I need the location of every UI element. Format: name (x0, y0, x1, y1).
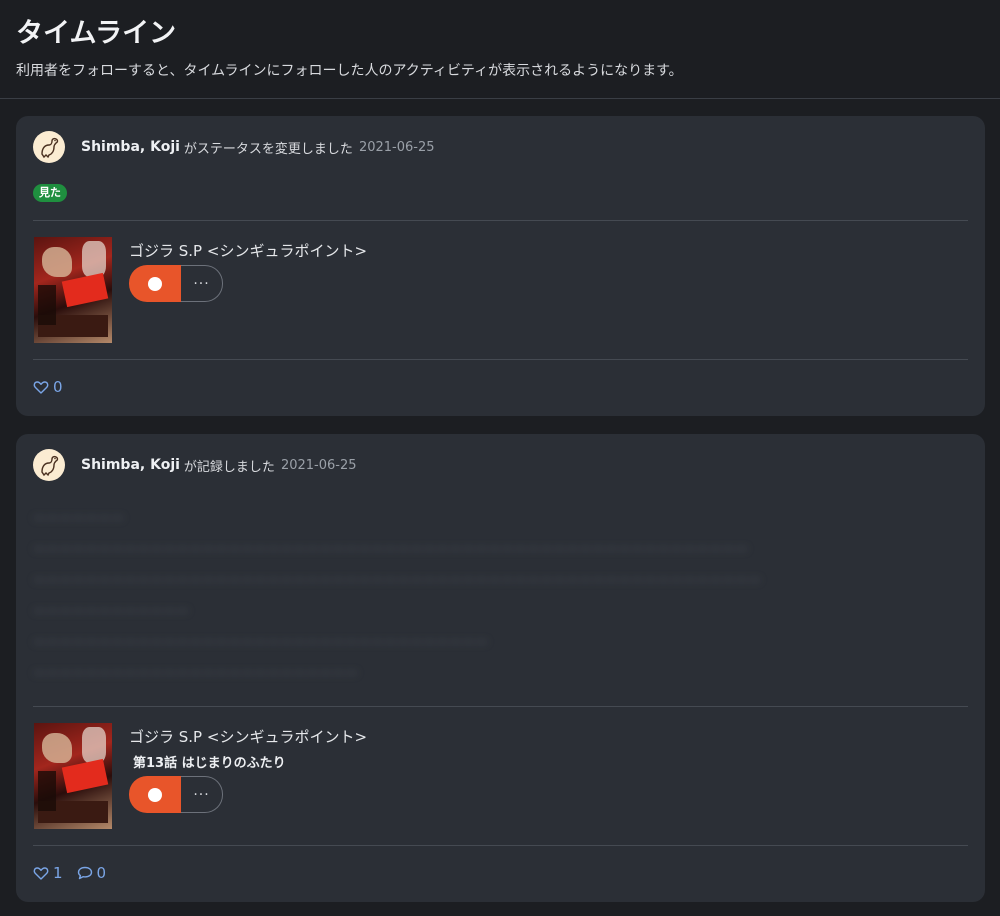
episode-title-link[interactable]: 第13話 はじまりのふたり (133, 752, 286, 771)
user-name-link[interactable]: Shimba, Koji (81, 139, 180, 155)
user-avatar[interactable] (33, 131, 65, 163)
ellipsis-icon: ··· (193, 275, 210, 292)
like-count: 1 (53, 864, 63, 882)
comment-button[interactable]: 0 (77, 864, 107, 882)
heart-icon (33, 867, 49, 880)
comment-count: 0 (96, 864, 107, 882)
comment-bubble-icon (77, 866, 92, 880)
status-badge: 見た (33, 184, 67, 202)
more-options-button[interactable]: ··· (181, 265, 223, 302)
page-description: 利用者をフォローすると、タイムラインにフォローした人のアクティビティが表示される… (16, 63, 683, 79)
status-button-group: ··· (129, 265, 223, 302)
watch-status-button[interactable] (129, 776, 181, 813)
activity-action-text: がステータスを変更しました (183, 141, 353, 157)
record-body-line: ーーーーーーーーーーーーーーーーーーーーーーーーーーーーーーーーーーーーーーーー… (33, 543, 749, 558)
activity-card: Shimba, Koji がステータスを変更しました 2021-06-25 見た… (16, 116, 985, 416)
record-body-line: ーーーーーーー (33, 512, 125, 527)
like-button[interactable]: 1 (33, 864, 63, 882)
work-cover-image[interactable] (34, 237, 112, 343)
activity-card: Shimba, Koji が記録しました 2021-06-25 ーーーーーーー … (16, 434, 985, 902)
like-count: 0 (53, 378, 63, 396)
record-body-line: ーーーーーーーーーーーーーーーーーーーーーーーーーーーーーーーーーーー (33, 636, 489, 651)
more-options-button[interactable]: ··· (181, 776, 223, 813)
activity-date[interactable]: 2021-06-25 (281, 458, 357, 473)
user-name-link[interactable]: Shimba, Koji (81, 457, 180, 473)
record-body-line: ーーーーーーーーーーーーーーーーーーーーーーーーーーーーーーーーーーーーーーーー… (33, 574, 762, 589)
page-header: タイムライン 利用者をフォローすると、タイムラインにフォローした人のアクティビテ… (0, 0, 1000, 99)
activity-footer: 1 0 (33, 864, 120, 882)
divider (33, 220, 968, 221)
activity-footer: 0 (33, 378, 77, 396)
divider (33, 706, 968, 707)
ellipsis-icon: ··· (193, 786, 210, 803)
work-title-link[interactable]: ゴジラ S.P <シンギュラポイント> (129, 726, 367, 747)
activity-header: Shimba, Koji が記録しました 2021-06-25 (33, 449, 357, 481)
divider (33, 845, 968, 846)
page-title: タイムライン (16, 18, 177, 49)
dinosaur-avatar-icon (41, 455, 59, 477)
activity-header: Shimba, Koji がステータスを変更しました 2021-06-25 (33, 131, 435, 163)
heart-icon (33, 381, 49, 394)
record-body-line: ーーーーーーーーーーーーーーーーーーーーーーーーー (33, 667, 359, 682)
dinosaur-avatar-icon (41, 137, 59, 159)
spoiler-record-body[interactable]: ーーーーーーー ーーーーーーーーーーーーーーーーーーーーーーーーーーーーーーーー… (33, 504, 968, 690)
activity-action-text: が記録しました (183, 459, 275, 475)
status-dot-icon (148, 276, 162, 291)
record-body-line: ーーーーーーーーーーーー (33, 605, 190, 620)
status-dot-icon (148, 787, 162, 802)
status-button-group: ··· (129, 776, 223, 813)
work-cover-image[interactable] (34, 723, 112, 829)
work-title-link[interactable]: ゴジラ S.P <シンギュラポイント> (129, 240, 367, 261)
user-avatar[interactable] (33, 449, 65, 481)
divider (33, 359, 968, 360)
like-button[interactable]: 0 (33, 378, 63, 396)
activity-date[interactable]: 2021-06-25 (359, 140, 435, 155)
watch-status-button[interactable] (129, 265, 181, 302)
